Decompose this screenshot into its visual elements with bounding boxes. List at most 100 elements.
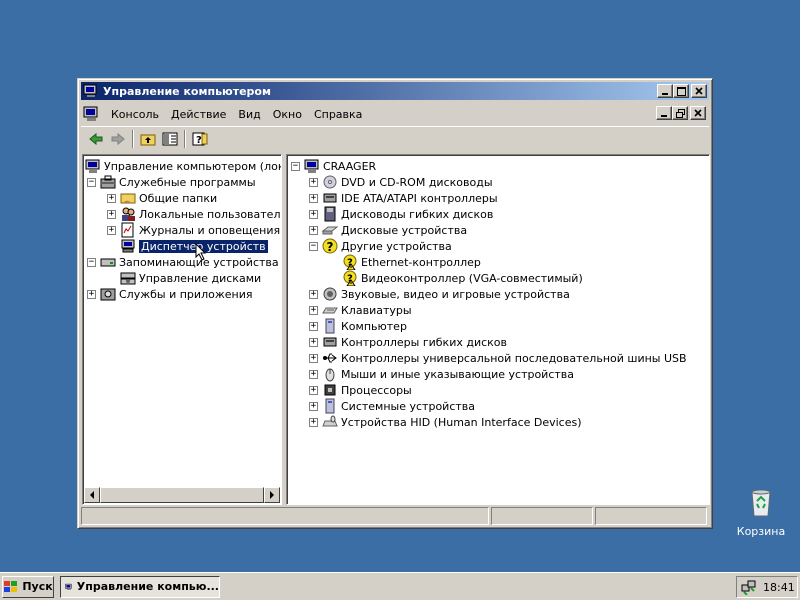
device-category-usb[interactable]: + Контроллеры универсальной последовател… — [309, 350, 687, 366]
scroll-left-button[interactable] — [84, 487, 100, 503]
network-tray-icon[interactable] — [741, 579, 757, 595]
menu-view[interactable]: Вид — [232, 106, 266, 123]
recycle-bin-icon — [751, 489, 771, 517]
child-restore-button[interactable] — [672, 106, 688, 120]
recycle-bin-label: Корзина — [736, 525, 786, 538]
expand-toggle[interactable]: + — [309, 177, 318, 187]
device-label: Устройства HID (Human Interface Devices) — [341, 415, 582, 429]
windows-logo-icon — [4, 580, 18, 592]
forward-button[interactable] — [107, 129, 129, 149]
desktop-recycle-bin[interactable]: Корзина — [736, 486, 786, 538]
expand-toggle[interactable]: + — [309, 289, 318, 299]
taskbar-button-computer-management[interactable]: Управление компью... — [60, 575, 220, 598]
collapse-toggle[interactable]: − — [87, 257, 96, 267]
expand-toggle[interactable]: + — [107, 193, 116, 203]
device-category-floppy-drives[interactable]: + Дисководы гибких дисков — [309, 206, 493, 222]
close-icon — [694, 109, 702, 117]
minimize-button[interactable] — [657, 84, 673, 98]
device-category-other[interactable]: − ? Другие устройства — [309, 238, 452, 254]
expand-toggle[interactable]: + — [309, 353, 318, 363]
device-category-processors[interactable]: + Процессоры — [309, 382, 412, 398]
child-minimize-button[interactable] — [656, 106, 672, 120]
svg-text:?: ? — [327, 240, 334, 254]
tree-item-local-users[interactable]: + Локальные пользователи и — [107, 206, 281, 222]
expand-toggle[interactable]: + — [309, 369, 318, 379]
expand-toggle[interactable]: + — [309, 321, 318, 331]
shared-folder-icon — [120, 193, 136, 204]
device-root[interactable]: − CRAAGER — [291, 158, 376, 174]
collapse-toggle[interactable]: − — [309, 241, 318, 251]
computer-management-icon — [85, 159, 100, 173]
close-button[interactable] — [691, 84, 707, 98]
device-category-system[interactable]: + Системные устройства — [309, 398, 475, 414]
menu-help[interactable]: Справка — [308, 106, 368, 123]
device-category-floppy-controllers[interactable]: + Контроллеры гибких дисков — [309, 334, 507, 350]
tree-item-storage[interactable]: − Запоминающие устройства — [87, 254, 279, 270]
expand-toggle[interactable]: + — [309, 417, 318, 427]
up-one-level-button[interactable] — [137, 129, 159, 149]
expand-toggle[interactable]: + — [309, 193, 318, 203]
device-label: Мыши и иные указывающие устройства — [341, 367, 575, 381]
expand-toggle[interactable]: + — [309, 305, 318, 315]
help-button[interactable]: ? — [189, 129, 211, 149]
toolbar: ? — [81, 126, 709, 150]
tree-item-event-logs[interactable]: + Журналы и оповещения пр — [107, 222, 282, 238]
status-cell-2 — [491, 507, 593, 525]
scroll-thumb[interactable] — [99, 487, 265, 503]
status-cell-3 — [595, 507, 707, 525]
device-tree-pane[interactable]: − CRAAGER + DVD и CD-ROM дисководы + IDE… — [286, 154, 710, 505]
console-window-icon[interactable] — [83, 106, 101, 122]
menu-console[interactable]: Консоль — [105, 106, 165, 123]
device-label: Другие устройства — [341, 239, 452, 253]
device-label: Контроллеры гибких дисков — [341, 335, 508, 349]
device-category-dvd[interactable]: + DVD и CD-ROM дисководы — [309, 174, 493, 190]
menu-action[interactable]: Действие — [165, 106, 232, 123]
processor-icon — [324, 384, 336, 396]
device-label: Дисковые устройства — [341, 223, 468, 237]
expand-toggle[interactable]: + — [107, 225, 116, 235]
device-category-computer[interactable]: + Компьютер — [309, 318, 407, 334]
device-ethernet[interactable]: ? Ethernet-контроллер — [342, 254, 481, 270]
collapse-toggle[interactable]: − — [87, 177, 96, 187]
back-button[interactable] — [85, 129, 107, 149]
tree-item-device-manager[interactable]: Диспетчер устройств — [120, 238, 268, 254]
collapse-toggle[interactable]: − — [291, 161, 300, 171]
maximize-button[interactable] — [673, 84, 689, 98]
computer-management-icon — [83, 84, 97, 97]
device-category-mice[interactable]: + Мыши и иные указывающие устройства — [309, 366, 574, 382]
window-titlebar[interactable]: Управление компьютером — [81, 82, 709, 100]
storage-icon — [100, 258, 116, 267]
show-hide-tree-button[interactable] — [159, 129, 181, 149]
child-close-button[interactable] — [690, 106, 706, 120]
expand-toggle[interactable]: + — [107, 209, 116, 219]
arrow-left-icon — [89, 491, 94, 499]
device-category-keyboards[interactable]: + Клавиатуры — [309, 302, 412, 318]
expand-toggle[interactable]: + — [309, 385, 318, 395]
tree-label: Службы и приложения — [119, 287, 253, 301]
device-category-disk-drives[interactable]: + Дисковые устройства — [309, 222, 467, 238]
device-label: Дисководы гибких дисков — [341, 207, 494, 221]
expand-toggle[interactable]: + — [309, 337, 318, 347]
tree-item-system-tools[interactable]: − Служебные программы — [87, 174, 256, 190]
device-category-ide[interactable]: + IDE ATA/ATAPI контроллеры — [309, 190, 498, 206]
expand-toggle[interactable]: + — [309, 401, 318, 411]
tree-label: Журналы и оповещения пр — [139, 223, 282, 237]
clock[interactable]: 18:41 — [763, 581, 795, 594]
unknown-device-warning-icon: ? — [343, 270, 357, 286]
tree-item-shared-folders[interactable]: + Общие папки — [107, 190, 217, 206]
tree-horizontal-scrollbar[interactable] — [84, 487, 281, 503]
tree-item-disk-management[interactable]: Управление дисками — [120, 270, 261, 286]
device-video[interactable]: ? Видеоконтроллер (VGA-совместимый) — [342, 270, 583, 286]
expand-toggle[interactable]: + — [309, 209, 318, 219]
expand-toggle[interactable]: + — [87, 289, 96, 299]
expand-toggle[interactable]: + — [309, 225, 318, 235]
device-category-hid[interactable]: + Устройства HID (Human Interface Device… — [309, 414, 582, 430]
unknown-device-warning-icon: ? — [343, 254, 357, 270]
scroll-right-button[interactable] — [264, 487, 281, 503]
start-button[interactable]: Пуск — [2, 575, 54, 598]
device-category-sound[interactable]: + Звуковые, видео и игровые устройства — [309, 286, 570, 302]
tree-item-services-apps[interactable]: + Службы и приложения — [87, 286, 252, 302]
menu-window[interactable]: Окно — [267, 106, 308, 123]
console-tree-pane[interactable]: Управление компьютером (локаль − Служебн… — [82, 154, 282, 505]
tree-item-root[interactable]: Управление компьютером (локаль — [85, 158, 281, 174]
